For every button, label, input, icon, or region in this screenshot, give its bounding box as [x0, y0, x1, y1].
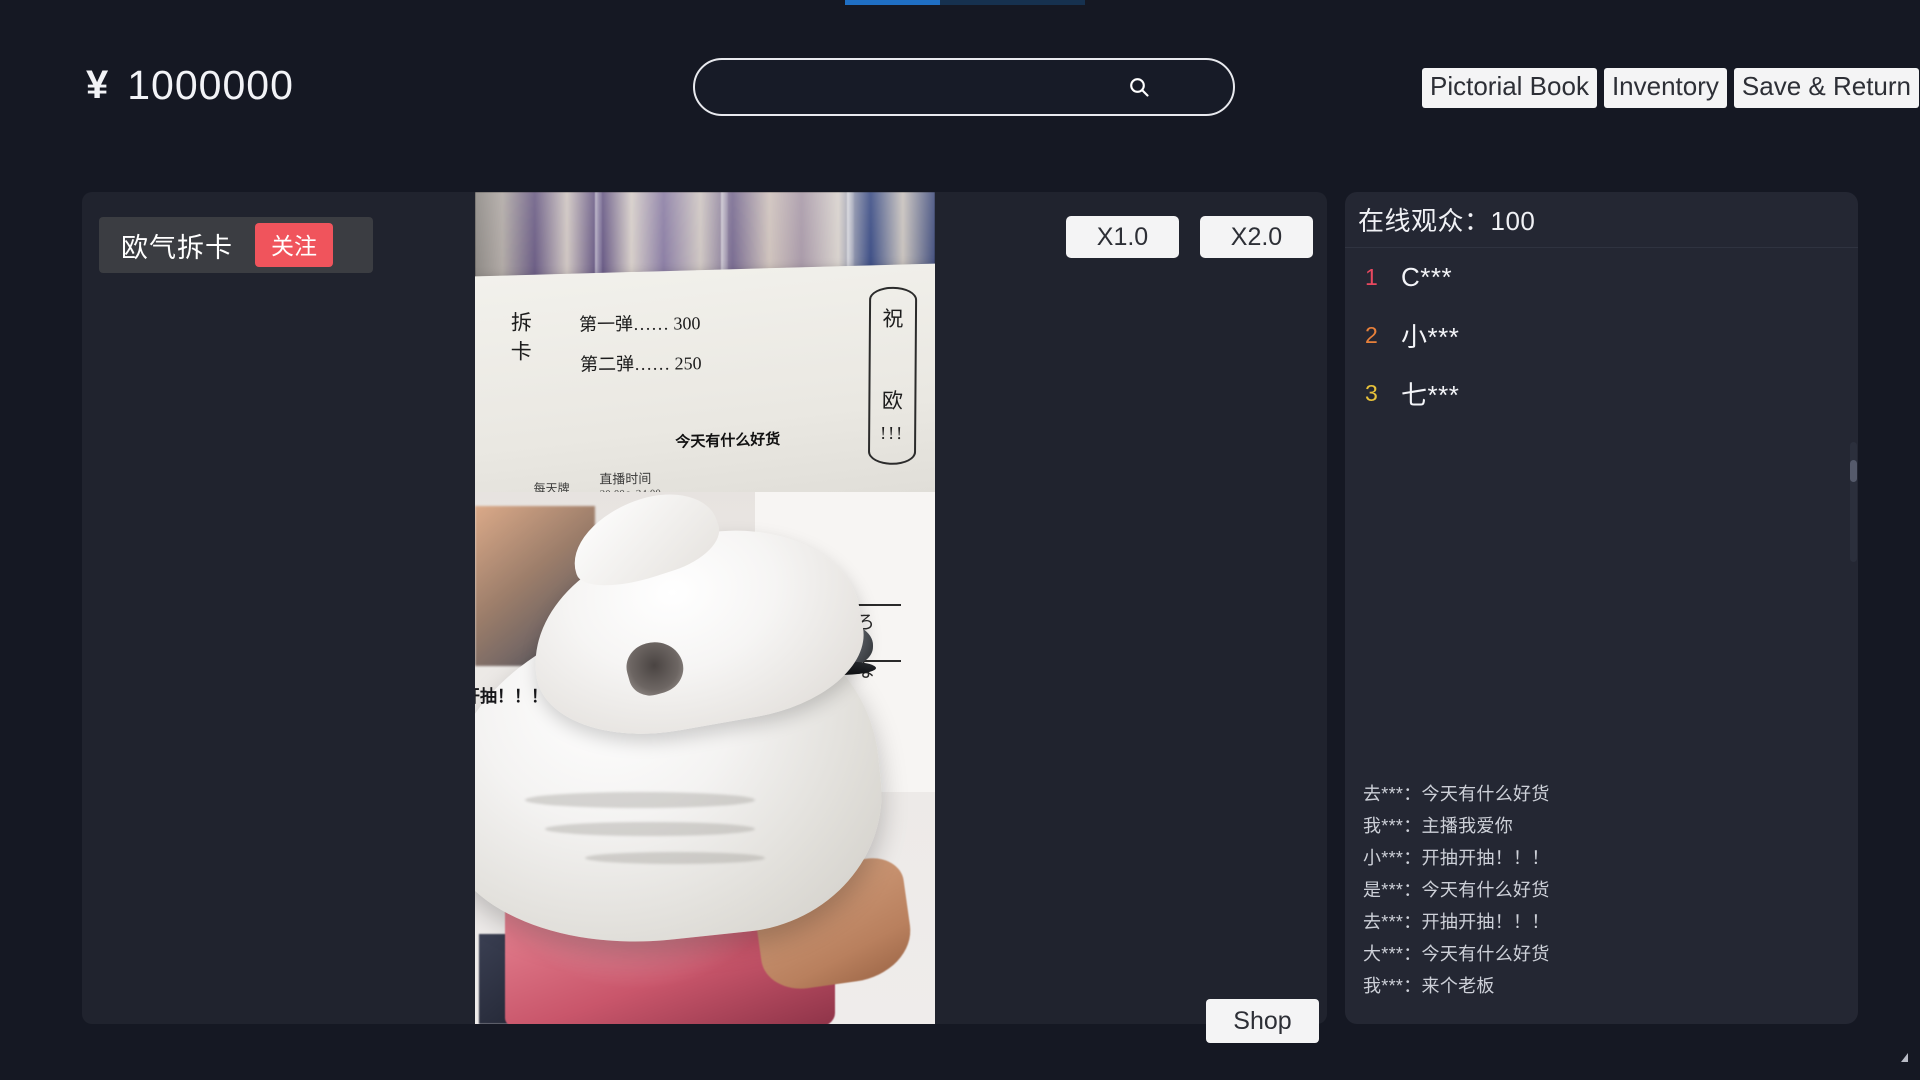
list-item[interactable]: 3 七*** [1345, 364, 1858, 422]
header-bar: ¥ 1000000 Pictorial Book Inventory Save … [0, 0, 1920, 150]
rank-number: 2 [1365, 321, 1378, 348]
currency-display: ¥ 1000000 [86, 62, 294, 109]
shop-button[interactable]: Shop [1206, 999, 1319, 1043]
streamer-name: 欧气拆卡 [121, 232, 233, 263]
viewers-panel-scrollbar[interactable] [1850, 442, 1857, 562]
whiteboard-line-1: 第一弹…… 300 [578, 313, 701, 335]
rank-viewer-name: 七*** [1401, 379, 1460, 410]
search-input[interactable] [695, 60, 1127, 114]
video-danmaku-overlay-left: 开抽！！！ [475, 687, 548, 706]
scroll-char-1: 祝 [882, 306, 904, 331]
pictorial-book-button[interactable]: Pictorial Book [1421, 68, 1597, 109]
app-root: ¥ 1000000 Pictorial Book Inventory Save … [0, 0, 1920, 1080]
live-video-player[interactable]: 拆卡 第一弹…… 300 第二弹…… 250 每天牌 直播时间 20:00～24… [475, 192, 935, 1024]
follow-button[interactable]: 关注 [255, 223, 333, 267]
rank-viewer-name: C*** [1401, 261, 1453, 292]
inventory-button[interactable]: Inventory [1603, 68, 1727, 109]
list-item[interactable]: 2 小*** [1345, 306, 1858, 364]
whiteboard-scroll-drawing: 祝 欧 !!! [867, 286, 918, 465]
currency-amount: 1000000 [127, 62, 294, 108]
scrollbar-thumb[interactable] [1850, 460, 1857, 482]
whiteboard: 拆卡 第一弹…… 300 第二弹…… 250 每天牌 直播时间 20:00～24… [475, 263, 935, 525]
rank-number: 1 [1365, 263, 1378, 290]
whiteboard-line-2: 第二弹…… 250 [580, 353, 702, 375]
search-bar[interactable] [693, 58, 1235, 116]
chat-message: 去***：今天有什么好货 [1363, 784, 1550, 804]
chat-message-list: 去***：今天有什么好货 我***：主播我爱你 小***：开抽开抽！！！ 是**… [1363, 778, 1833, 1002]
viewers-panel: 在线观众：100 1 C*** 2 小*** 3 七*** 去***：今天有什么… [1345, 192, 1858, 1024]
list-item[interactable]: 1 C*** [1345, 248, 1858, 306]
chat-message: 去***：开抽开抽！！！ [1363, 912, 1550, 932]
chat-message: 大***：今天有什么好货 [1363, 944, 1550, 964]
chat-message: 是***：今天有什么好货 [1363, 880, 1550, 900]
chat-message: 我***：主播我爱你 [1363, 816, 1514, 836]
speed-x1-button[interactable]: X1.0 [1066, 216, 1179, 258]
save-and-return-button[interactable]: Save & Return [1733, 68, 1919, 109]
rank-viewer-name: 小*** [1401, 321, 1460, 352]
video-scene: 拆卡 第一弹…… 300 第二弹…… 250 每天牌 直播时间 20:00～24… [475, 192, 935, 1024]
yen-icon: ¥ [86, 63, 110, 107]
search-icon[interactable] [1127, 75, 1151, 99]
streamer-info-card: 欧气拆卡 关注 [99, 217, 373, 273]
chat-message: 我***：来个老板 [1363, 976, 1495, 996]
rank-number: 3 [1365, 379, 1378, 406]
chat-message: 小***：开抽开抽！！！ [1363, 848, 1550, 868]
header-nav-buttons: Pictorial Book Inventory Save & Return [1421, 68, 1919, 109]
online-viewers-count: 在线观众：100 [1345, 192, 1858, 248]
desk-surface: ろりな [475, 478, 935, 1024]
speed-x2-button[interactable]: X2.0 [1200, 216, 1313, 258]
playback-speed-controls: X1.0 X2.0 [1066, 216, 1313, 258]
scroll-char-3: !!! [880, 422, 905, 443]
viewer-ranking-list: 1 C*** 2 小*** 3 七*** [1345, 248, 1858, 422]
video-danmaku-overlay-top: 今天有什么好货 [675, 430, 781, 451]
corner-resize-indicator [1901, 1053, 1908, 1062]
scroll-char-2: 欧 [881, 388, 903, 413]
stream-panel: 欧气拆卡 关注 拆卡 第一弹…… 300 第二弹…… 250 每天牌 直播时间 [82, 192, 1327, 1043]
whiteboard-title: 拆卡 [508, 311, 533, 370]
